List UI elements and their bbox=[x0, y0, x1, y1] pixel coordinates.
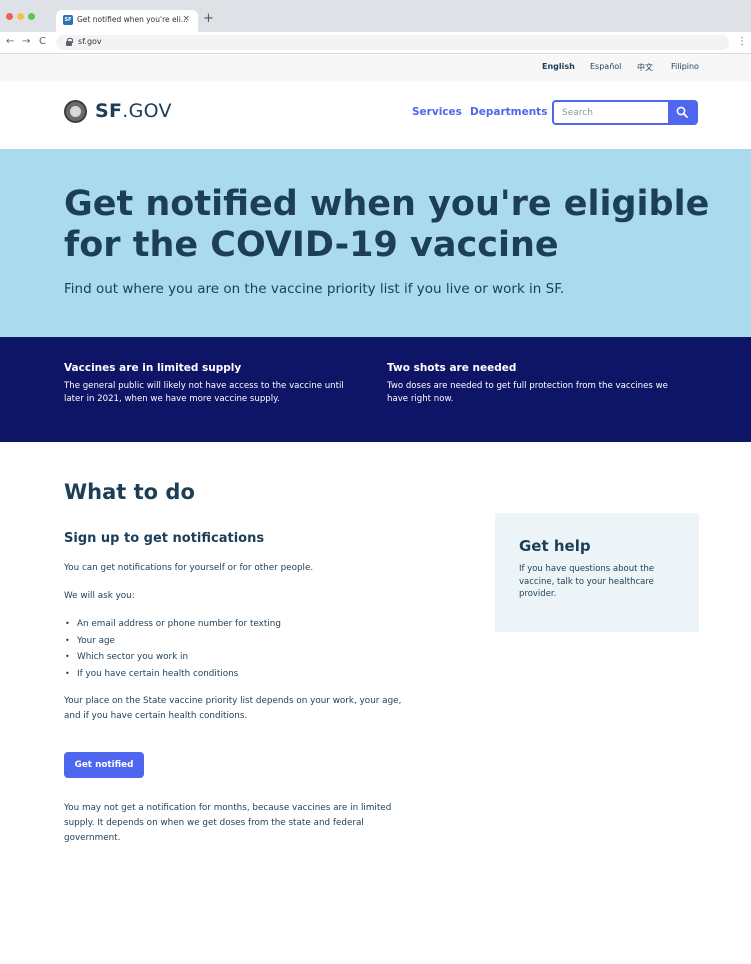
language-bar: English Español 中文 Filipino bbox=[0, 54, 751, 81]
browser-tab[interactable]: SF Get notified when you're eli... × bbox=[56, 10, 198, 32]
notice-limited-supply: Vaccines are in limited supply The gener… bbox=[64, 362, 364, 406]
notice-body: The general public will likely not have … bbox=[64, 381, 344, 404]
search-input[interactable] bbox=[554, 102, 670, 123]
site-header: SF.GOV Services Departments bbox=[0, 81, 751, 149]
footnote-text: You may not get a notification for month… bbox=[64, 803, 392, 843]
sign-up-heading: Sign up to get notifications bbox=[64, 531, 265, 546]
list-item: Your age bbox=[64, 633, 281, 650]
url-text[interactable]: sf.gov bbox=[78, 37, 102, 46]
language-filipino[interactable]: Filipino bbox=[671, 62, 699, 71]
get-notified-button[interactable]: Get notified bbox=[64, 752, 144, 778]
get-help-card: Get help If you have questions about the… bbox=[495, 513, 699, 632]
language-chinese[interactable]: 中文 bbox=[637, 62, 653, 73]
lock-icon bbox=[66, 38, 73, 46]
minimize-window-button[interactable] bbox=[17, 13, 24, 20]
maximize-window-button[interactable] bbox=[28, 13, 35, 20]
priority-text: Your place on the State vaccine priority… bbox=[64, 696, 402, 721]
language-spanish[interactable]: Español bbox=[590, 62, 621, 71]
search-button[interactable] bbox=[668, 100, 696, 125]
notice-title: Vaccines are in limited supply bbox=[64, 362, 242, 374]
page-subtitle: Find out where you are on the vaccine pr… bbox=[64, 281, 565, 297]
new-tab-button[interactable]: + bbox=[203, 12, 214, 26]
city-seal-icon[interactable] bbox=[64, 100, 87, 123]
language-english[interactable]: English bbox=[542, 62, 575, 71]
intro-text: You can get notifications for yourself o… bbox=[64, 563, 314, 573]
search-box bbox=[552, 100, 698, 125]
reload-icon[interactable]: C bbox=[39, 35, 46, 49]
get-help-text: If you have questions about the vaccine,… bbox=[519, 564, 655, 599]
site-logo[interactable]: SF.GOV bbox=[95, 100, 172, 122]
ask-intro-text: We will ask you: bbox=[64, 591, 135, 601]
browser-toolbar: ← → C sf.gov ⋮ bbox=[0, 32, 751, 54]
notice-band: Vaccines are in limited supply The gener… bbox=[0, 337, 751, 442]
notice-title: Two shots are needed bbox=[387, 362, 517, 374]
notice-body: Two doses are needed to get full protect… bbox=[387, 381, 668, 404]
list-item: An email address or phone number for tex… bbox=[64, 616, 281, 633]
hero-banner: Get notified when you're eligible for th… bbox=[0, 149, 751, 337]
nav-services-link[interactable]: Services bbox=[412, 106, 462, 118]
address-bar[interactable]: sf.gov bbox=[56, 35, 729, 50]
list-item: If you have certain health conditions bbox=[64, 666, 281, 683]
nav-departments-link[interactable]: Departments bbox=[470, 106, 547, 118]
tab-title: Get notified when you're eli... bbox=[77, 15, 188, 24]
logo-bold-text: SF bbox=[95, 100, 123, 122]
tab-close-icon[interactable]: × bbox=[182, 14, 190, 24]
list-item: Which sector you work in bbox=[64, 649, 281, 666]
notice-two-shots: Two shots are needed Two doses are neede… bbox=[387, 362, 687, 406]
logo-rest-text: .GOV bbox=[122, 100, 172, 122]
what-to-do-heading: What to do bbox=[64, 480, 195, 504]
browser-tab-strip: SF Get notified when you're eli... × + bbox=[0, 0, 751, 32]
browser-menu-icon[interactable]: ⋮ bbox=[737, 35, 747, 49]
back-arrow-icon[interactable]: ← bbox=[6, 35, 14, 49]
page-title: Get notified when you're eligible for th… bbox=[64, 184, 710, 265]
forward-arrow-icon[interactable]: → bbox=[22, 35, 30, 49]
search-icon bbox=[676, 106, 688, 118]
info-list: An email address or phone number for tex… bbox=[64, 616, 281, 682]
get-help-heading: Get help bbox=[519, 537, 591, 555]
close-window-button[interactable] bbox=[6, 13, 13, 20]
favicon-icon: SF bbox=[63, 15, 73, 25]
